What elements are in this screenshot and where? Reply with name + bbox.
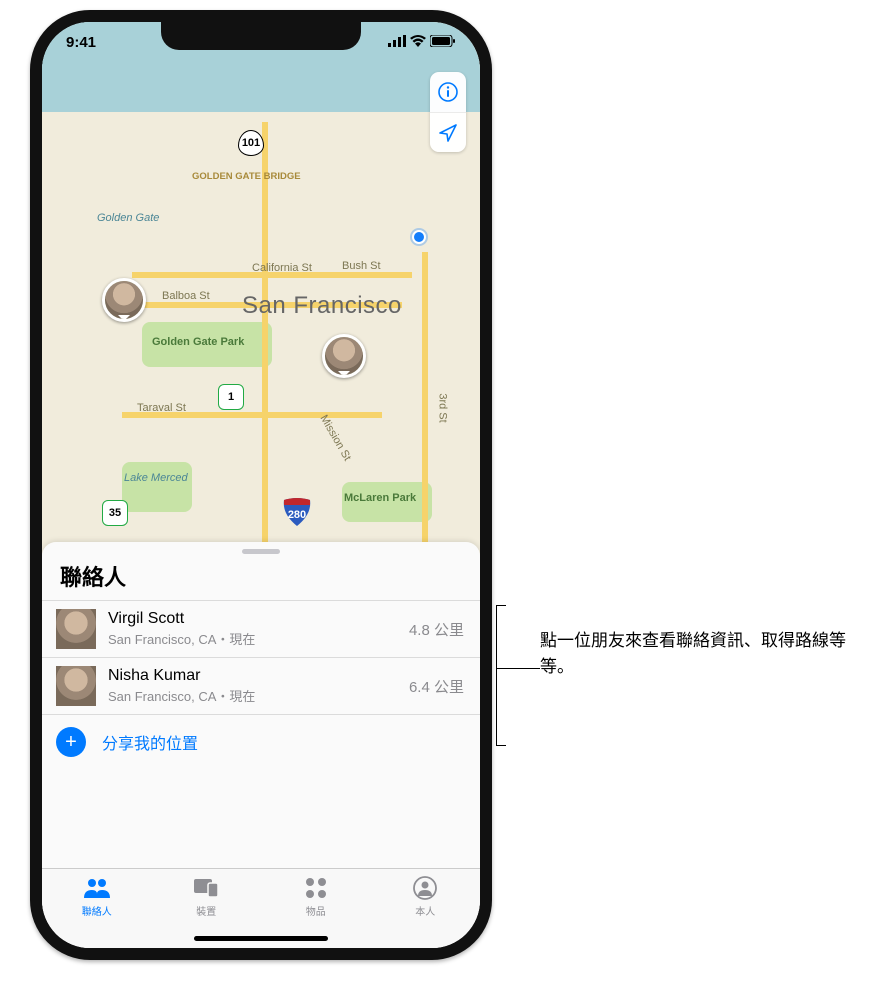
contact-row[interactable]: Nisha Kumar San Francisco, CA・現在 6.4 公里 <box>42 657 480 714</box>
contact-distance: 4.8 公里 <box>409 619 464 640</box>
person-icon <box>413 875 437 901</box>
tab-label: 聯絡人 <box>82 903 112 918</box>
city-label: San Francisco <box>242 292 402 320</box>
contact-row[interactable]: Virgil Scott San Francisco, CA・現在 4.8 公里 <box>42 600 480 657</box>
sheet-title: 聯絡人 <box>42 558 480 600</box>
tab-label: 裝置 <box>196 903 216 918</box>
us101-shield: 101 <box>238 130 264 156</box>
phone-frame: 9:41 San Francisco GOLDEN GATE BRIDGE Go… <box>30 10 492 960</box>
share-location-button[interactable]: + 分享我的位置 <box>42 714 480 769</box>
balboa-st-label: Balboa St <box>162 290 210 302</box>
ca1-shield: 1 <box>218 384 244 410</box>
callout-text: 點一位朋友來查看聯絡資訊、取得路線等等。 <box>540 628 860 681</box>
callout-tick <box>496 745 506 746</box>
callout-bracket <box>496 605 542 745</box>
merced-label: Lake Merced <box>124 472 188 484</box>
callout-lead <box>496 668 540 669</box>
ca35-shield: 35 <box>102 500 128 526</box>
taraval-label: Taraval St <box>137 402 186 414</box>
devices-icon <box>192 875 220 901</box>
locate-button[interactable] <box>430 112 466 152</box>
contact-subtitle: San Francisco, CA・現在 <box>108 629 409 648</box>
notch <box>161 22 361 50</box>
info-button[interactable] <box>430 72 466 112</box>
road-3rd <box>422 252 428 542</box>
cellular-icon <box>388 34 406 51</box>
ggpark-label: Golden Gate Park <box>152 336 244 348</box>
items-icon <box>304 875 328 901</box>
bush-st-label: Bush St <box>342 260 381 272</box>
water-label: Golden Gate <box>97 212 159 224</box>
battery-icon <box>430 34 456 51</box>
map-controls <box>430 72 466 152</box>
status-time: 9:41 <box>66 34 96 51</box>
avatar <box>56 609 96 649</box>
pin-nisha[interactable] <box>102 278 146 322</box>
mclaren-label: McLaren Park <box>344 492 416 504</box>
home-indicator[interactable] <box>194 936 328 941</box>
share-location-label: 分享我的位置 <box>102 730 198 754</box>
tab-me[interactable]: 本人 <box>371 875 481 948</box>
i280-shield: 280 <box>282 496 312 526</box>
wifi-icon <box>410 34 426 51</box>
map-view[interactable]: San Francisco GOLDEN GATE BRIDGE Golden … <box>42 22 480 582</box>
avatar <box>56 666 96 706</box>
sheet-grabber[interactable] <box>242 549 280 554</box>
third-st-label: 3rd St <box>437 393 449 422</box>
tab-people[interactable]: 聯絡人 <box>42 875 152 948</box>
contact-name: Nisha Kumar <box>108 667 409 685</box>
contact-subtitle: San Francisco, CA・現在 <box>108 686 409 705</box>
svg-text:280: 280 <box>288 509 306 521</box>
road-101 <box>262 122 268 542</box>
plus-icon: + <box>56 727 86 757</box>
bridge-label: GOLDEN GATE BRIDGE <box>192 172 301 182</box>
lake-merced-area <box>122 462 192 512</box>
contact-name: Virgil Scott <box>108 610 409 628</box>
status-right <box>388 34 456 51</box>
pin-virgil[interactable] <box>322 334 366 378</box>
callout-tick <box>496 605 506 606</box>
tab-label: 本人 <box>415 903 435 918</box>
california-st-label: California St <box>252 262 312 274</box>
people-icon <box>82 875 112 901</box>
tab-label: 物品 <box>306 903 326 918</box>
contact-distance: 6.4 公里 <box>409 676 464 697</box>
current-location-dot <box>412 230 426 244</box>
